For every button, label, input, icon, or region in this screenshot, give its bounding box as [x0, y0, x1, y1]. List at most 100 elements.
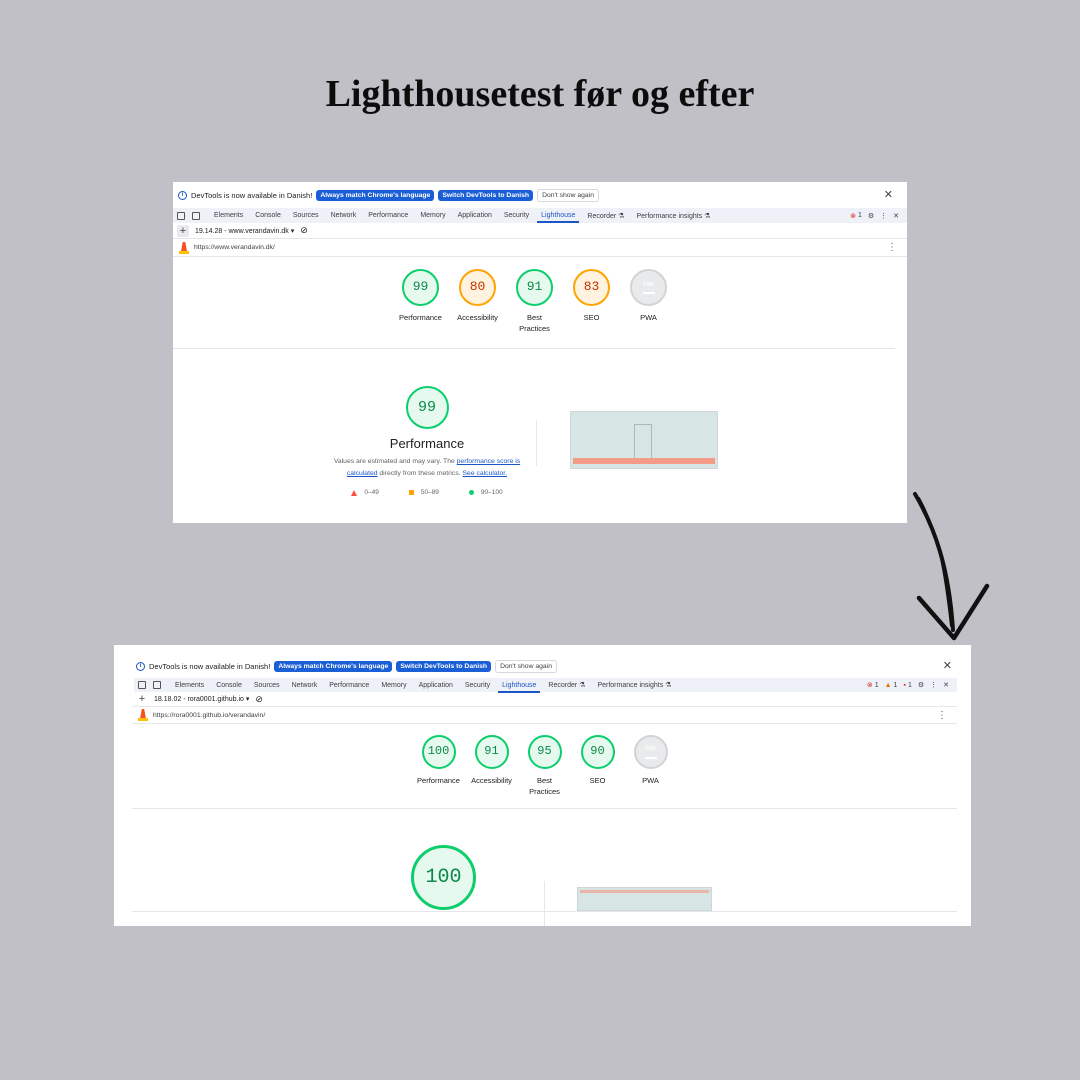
match-language-button[interactable]: Always match Chrome's language — [274, 660, 393, 672]
fail-triangle-icon — [351, 489, 358, 496]
score-gauges: 100 Performance 91 Accessibility 95 Best… — [412, 735, 677, 798]
tab-security[interactable]: Security — [498, 212, 535, 219]
tab-elements[interactable]: Elements — [208, 212, 249, 219]
close-devtools-icon[interactable]: ✕ — [943, 681, 949, 689]
tab-recorder[interactable]: Recorder ⚗ — [581, 212, 630, 220]
run-selector[interactable]: 18.18.02 - rora0001.github.io ▾ — [154, 695, 249, 703]
close-devtools-icon[interactable]: ✕ — [893, 212, 899, 220]
more-icon[interactable]: ⋮ — [880, 212, 887, 220]
dont-show-again-button[interactable]: Don't show again — [537, 188, 600, 202]
gauge-label: PWA — [642, 776, 659, 785]
gauge-performance[interactable]: 99 Performance — [392, 269, 449, 335]
tab-sources[interactable]: Sources — [248, 682, 286, 689]
tab-elements[interactable]: Elements — [169, 682, 210, 689]
info-icon: i — [178, 190, 187, 200]
score-ring: 95 — [527, 735, 562, 769]
tab-application[interactable]: Application — [413, 682, 459, 689]
plus-icon[interactable]: + — [177, 224, 189, 237]
close-icon[interactable]: ✕ — [884, 188, 893, 201]
gauge-label: PWA — [640, 313, 657, 322]
tab-performance-insights[interactable]: Performance insights ⚗ — [630, 212, 716, 220]
tab-performance-insights[interactable]: Performance insights ⚗ — [591, 681, 677, 689]
page-screenshot-thumbnail[interactable] — [570, 411, 718, 469]
dont-show-again-button[interactable]: Don't show again — [495, 659, 558, 673]
gauge-best-practices[interactable]: 95 Best Practices — [518, 735, 571, 798]
settings-icon[interactable]: ⚙ — [868, 212, 874, 220]
more-icon[interactable]: ⋮ — [930, 681, 937, 689]
section-divider — [173, 348, 895, 349]
page-screenshot-thumbnail[interactable] — [577, 887, 712, 911]
issue-count: 1 — [907, 681, 912, 689]
close-icon[interactable]: ✕ — [943, 659, 952, 672]
gauge-seo[interactable]: 90 SEO — [571, 735, 624, 798]
tab-performance[interactable]: Performance — [362, 212, 414, 219]
gauge-accessibility[interactable]: 80 Accessibility — [449, 269, 506, 335]
gauge-accessibility[interactable]: 91 Accessibility — [465, 735, 518, 798]
error-icon[interactable]: ⊗ — [850, 212, 856, 220]
see-calculator-link[interactable]: See calculator. — [463, 470, 508, 477]
tab-sources[interactable]: Sources — [287, 212, 325, 219]
tab-security[interactable]: Security — [459, 682, 496, 689]
gauge-performance[interactable]: 100 Performance — [412, 735, 465, 798]
device-toolbar-icon[interactable] — [153, 681, 161, 689]
tab-memory[interactable]: Memory — [414, 212, 451, 219]
score-ring: 80 — [459, 269, 496, 306]
clear-icon[interactable]: ⊘ — [255, 694, 263, 705]
bottom-divider — [132, 911, 957, 912]
tab-network[interactable]: Network — [325, 212, 363, 219]
tab-memory[interactable]: Memory — [375, 682, 412, 689]
report-url-bar: https://www.verandavin.dk/ ⋮ — [173, 239, 907, 257]
run-bar: + 18.18.02 - rora0001.github.io ▾ ⊘ — [132, 692, 957, 707]
error-count: 1 — [857, 212, 862, 219]
tab-network[interactable]: Network — [286, 682, 324, 689]
device-toolbar-icon[interactable] — [192, 211, 200, 220]
gauge-seo[interactable]: 83 SEO — [563, 269, 620, 335]
legend-average: 50–89 — [408, 489, 439, 496]
score-ring: 91 — [516, 269, 553, 306]
issues-icon[interactable]: ▪ — [903, 682, 905, 689]
legend-fail-label: 0–49 — [364, 489, 379, 497]
score-ring: 91 — [474, 735, 509, 769]
tab-lighthouse[interactable]: Lighthouse — [496, 682, 542, 693]
banner-text: DevTools is now available in Danish! — [149, 661, 271, 671]
tab-lighthouse[interactable]: Lighthouse — [535, 212, 581, 223]
switch-language-button[interactable]: Switch DevTools to Danish — [396, 660, 492, 672]
gauge-pwa[interactable]: PWA PWA — [624, 735, 677, 798]
tab-recorder[interactable]: Recorder ⚗ — [542, 681, 591, 689]
switch-language-button[interactable]: Switch DevTools to Danish — [438, 189, 534, 201]
plus-icon[interactable]: + — [136, 693, 148, 705]
settings-icon[interactable]: ⚙ — [918, 681, 924, 689]
tab-console[interactable]: Console — [210, 682, 248, 689]
warning-count: 1 — [893, 681, 898, 689]
gauge-label: Best Practices — [519, 313, 550, 333]
thumbnail-cookie-strip — [573, 458, 715, 464]
inspect-icon[interactable] — [138, 681, 146, 689]
score-gauges: 99 Performance 80 Accessibility 91 Best … — [392, 269, 677, 335]
tab-application[interactable]: Application — [452, 212, 498, 219]
run-selector[interactable]: 19.14.28 - www.verandavin.dk ▾ — [195, 227, 294, 235]
vertical-divider — [536, 420, 537, 466]
gauge-pwa[interactable]: PWA PWA — [620, 269, 677, 335]
error-icon[interactable]: ⊗ — [867, 681, 873, 689]
match-language-button[interactable]: Always match Chrome's language — [316, 189, 435, 201]
report-url: https://rora0001.github.io/verandavin/ — [153, 711, 266, 719]
report-menu-icon[interactable]: ⋮ — [937, 710, 947, 721]
page-title: Lighthousetest før og efter — [325, 73, 755, 115]
lighthouse-logo-icon — [138, 709, 148, 721]
tab-console[interactable]: Console — [249, 212, 287, 219]
desc-text-1: Values are estimated and may vary. The — [333, 458, 457, 465]
lighthouse-logo-icon — [179, 242, 189, 254]
language-banner: i DevTools is now available in Danish! A… — [114, 659, 971, 673]
run-bar: + 19.14.28 - www.verandavin.dk ▾ ⊘ — [173, 223, 907, 239]
inspect-icon[interactable] — [177, 211, 185, 220]
vertical-divider — [544, 881, 545, 926]
report-url: https://www.verandavin.dk/ — [194, 244, 275, 251]
tab-performance[interactable]: Performance — [323, 682, 375, 689]
score-legend: 0–49 50–89 90–100 — [331, 489, 523, 496]
legend-pass-label: 90–100 — [480, 489, 503, 497]
after-screenshot: i DevTools is now available in Danish! A… — [114, 645, 971, 926]
clear-icon[interactable]: ⊘ — [300, 225, 308, 236]
warning-icon[interactable]: ▲ — [885, 682, 892, 689]
report-menu-icon[interactable]: ⋮ — [887, 242, 897, 253]
gauge-best-practices[interactable]: 91 Best Practices — [506, 269, 563, 335]
